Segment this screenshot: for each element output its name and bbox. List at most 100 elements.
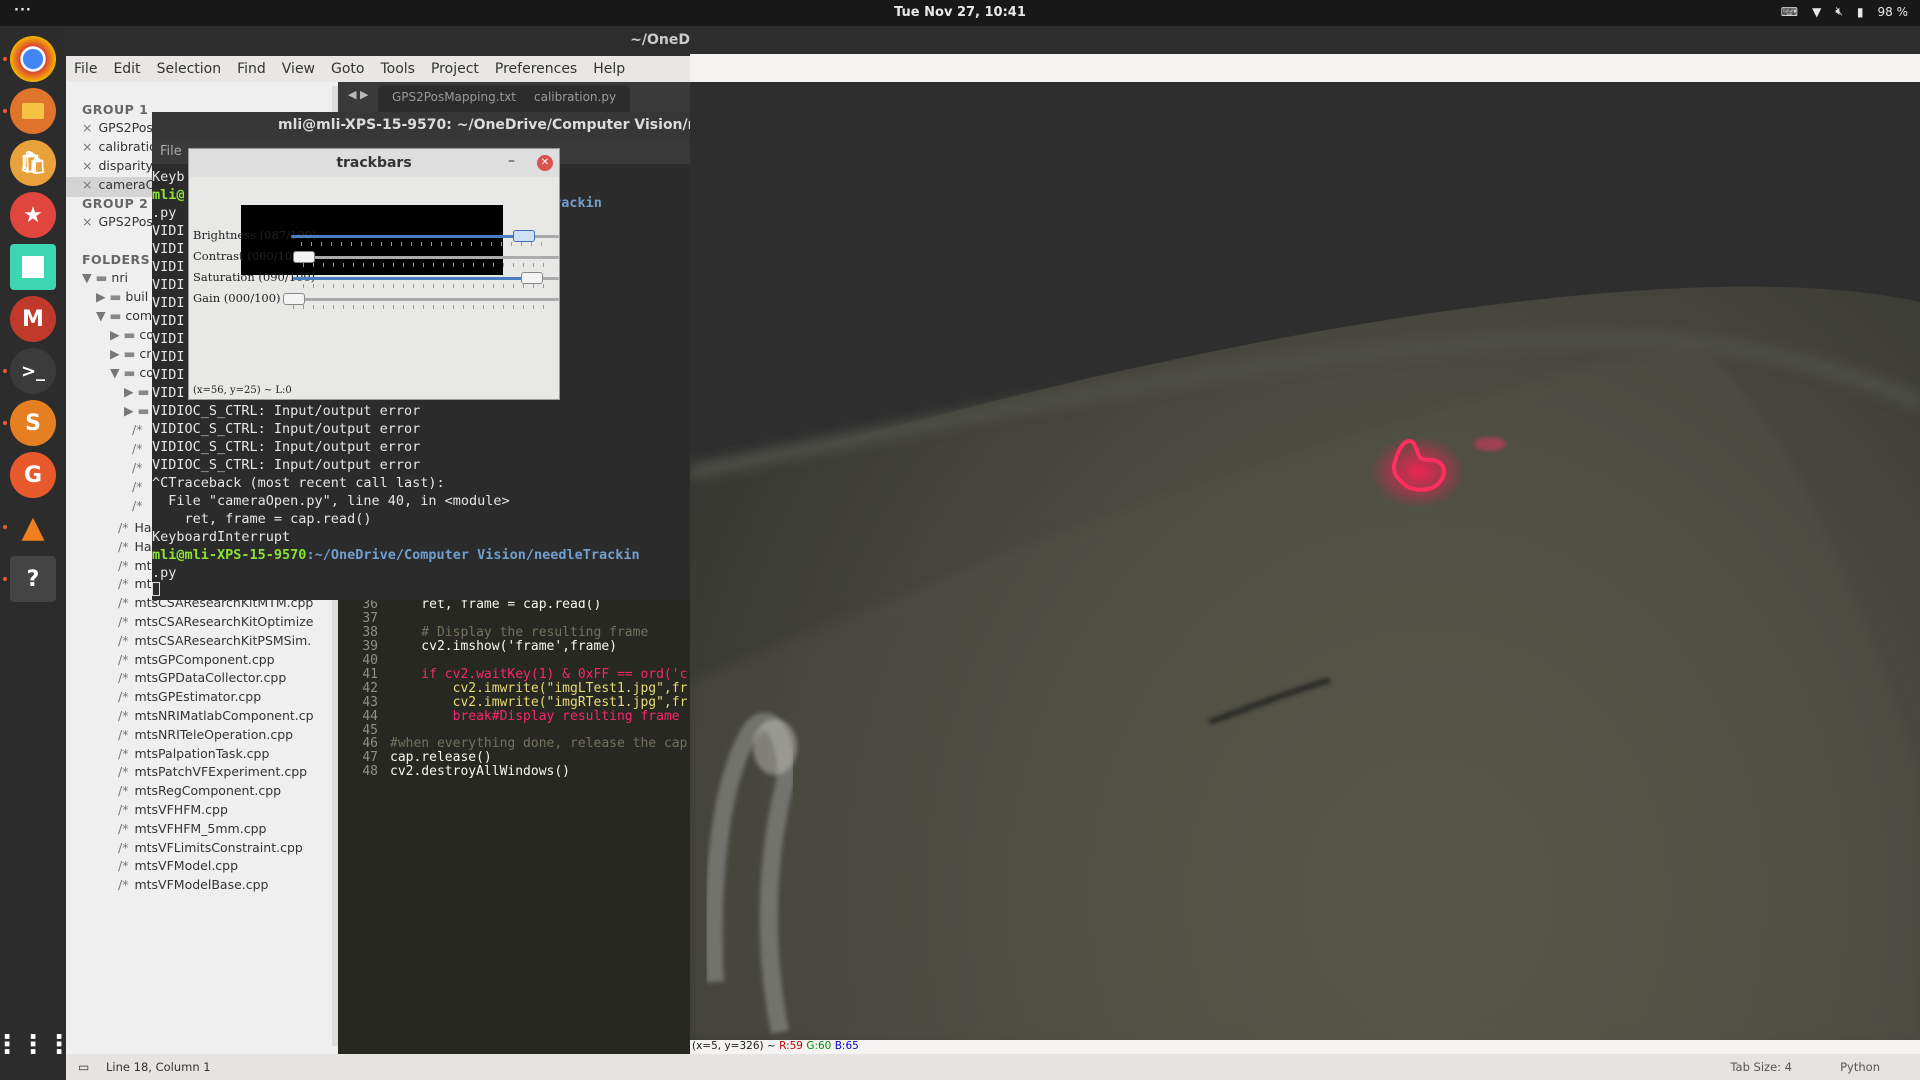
trackbar-handle[interactable] [513, 230, 536, 242]
line-number: 47 [362, 750, 378, 766]
menu-goto[interactable]: Goto [331, 61, 364, 77]
wifi-icon[interactable]: ▼ [1812, 5, 1821, 19]
menu-file[interactable]: File [74, 61, 97, 77]
camera-frame[interactable] [690, 82, 1920, 1040]
open-file-item[interactable]: × calibratio [82, 139, 157, 159]
folder-item[interactable]: ▼ ▬ nri [82, 270, 128, 290]
menu-view[interactable]: View [282, 61, 315, 77]
menu-tools[interactable]: Tools [380, 61, 415, 77]
file-item[interactable]: /* mtsGPComponent.cpp [118, 652, 275, 672]
folder-item[interactable]: ▼ ▬ com [96, 308, 152, 328]
folder-item[interactable]: ▶ ▬ [124, 403, 149, 423]
laser-glow [1370, 436, 1466, 508]
file-icon[interactable]: /* [132, 498, 142, 518]
file-icon: /* [118, 764, 129, 780]
file-item[interactable]: /* mtsPatchVFExperiment.cpp [118, 764, 307, 784]
files-icon[interactable] [10, 88, 56, 134]
chrome-icon[interactable] [10, 36, 56, 82]
close-button[interactable]: ✕ [537, 155, 553, 171]
open-file-item[interactable]: × GPS2PosT [82, 214, 160, 234]
menu-help[interactable]: Help [593, 61, 625, 77]
file-item[interactable]: /* mtsNRITeleOperation.cpp [118, 727, 293, 747]
folder-item[interactable]: ▼ ▬ co [110, 365, 154, 385]
file-icon: /* [118, 614, 129, 629]
file-item[interactable]: /* mtsVFModel.cpp [118, 858, 238, 878]
line-number: 40 [362, 653, 378, 668]
file-item[interactable]: /* mtsPalpationTask.cpp [118, 746, 269, 766]
tab-nav-arrows[interactable]: ◀ ▶ [348, 88, 368, 101]
file-item[interactable]: /* mtsGPEstimator.cpp [118, 689, 261, 709]
terminal-line: VIDIOC_S_CTRL: Input/output error [152, 439, 421, 455]
line-number: 44 [362, 708, 378, 724]
folder-item[interactable]: ▶ ▬ co [110, 327, 154, 347]
panel-toggle-icon[interactable]: ▭ [78, 1060, 89, 1074]
frame-titlebar[interactable] [690, 26, 1920, 54]
folder-icon: ▬ [109, 289, 126, 304]
open-file-item[interactable]: × disparity. [82, 158, 155, 178]
grammarly-icon[interactable]: G [10, 452, 56, 498]
folder-item[interactable]: ▶ ▬ [124, 384, 149, 404]
clock[interactable]: Tue Nov 27, 10:41 [0, 5, 1920, 20]
trackbar-ticks [303, 263, 549, 267]
file-icon: /* [118, 651, 129, 667]
file-icon[interactable]: /* [132, 479, 142, 499]
trackbar-handle[interactable] [293, 251, 315, 263]
line-number: 41 [362, 666, 378, 682]
terminal-icon[interactable]: >_ [10, 348, 56, 394]
close-icon[interactable]: × [82, 120, 92, 135]
matlab-icon[interactable]: ▲ [10, 504, 56, 550]
notes-icon[interactable] [10, 244, 56, 290]
system-tray[interactable]: ⌨ ▼ 🔇︎ ▮ 98 % [1781, 4, 1908, 19]
tab-calibration[interactable]: calibration.py [520, 85, 631, 112]
file-item[interactable]: /* mtsVFHFM.cpp [118, 802, 228, 822]
menu-preferences[interactable]: Preferences [495, 61, 577, 77]
menu-selection[interactable]: Selection [157, 61, 222, 77]
trackbar-handle[interactable] [521, 272, 544, 284]
trackbar-label: Contrast (000/100) [193, 249, 305, 263]
folder-icon: ▬ [123, 365, 140, 380]
line-number: 39 [362, 639, 378, 655]
folders-label: FOLDERS [82, 252, 151, 267]
file-item[interactable]: /* mtsNRIMatlabComponent.cp [118, 708, 314, 728]
line-number: 38 [362, 625, 378, 641]
file-item[interactable]: /* mtsVFModelBase.cpp [118, 877, 268, 897]
file-icon[interactable]: /* [132, 422, 142, 442]
minimize-button[interactable]: – [508, 153, 515, 169]
sublime-text-icon[interactable]: S [10, 400, 56, 446]
trackbar-track[interactable] [293, 256, 559, 259]
file-icon: /* [118, 689, 129, 705]
file-item[interactable]: /* mtsRegComponent.cpp [118, 783, 281, 803]
tab-size[interactable]: Tab Size: 4 [1730, 1060, 1792, 1074]
trackbar-track[interactable] [283, 298, 559, 301]
file-item[interactable]: /* mtsVFHFM_5mm.cpp [118, 821, 266, 841]
folder-item[interactable]: ▶ ▬ cr [110, 346, 151, 366]
close-icon[interactable]: × [82, 158, 92, 173]
app-grid-icon[interactable]: ⋮⋮⋮ [0, 1022, 72, 1068]
mute-icon[interactable]: 🔇︎ [1835, 4, 1843, 19]
file-item[interactable]: /* mtsGPDataCollector.cpp [118, 670, 286, 690]
mendeley-icon[interactable]: M [10, 296, 56, 342]
menu-project[interactable]: Project [431, 61, 479, 77]
menu-edit[interactable]: Edit [113, 61, 140, 77]
trackbar-coordinates: (x=56, y=25) ~ L:0 [193, 385, 292, 396]
close-icon[interactable]: × [82, 139, 92, 154]
syntax-mode[interactable]: Python [1840, 1060, 1880, 1074]
file-item[interactable]: /* mtsVFLimitsConstraint.cpp [118, 840, 303, 860]
battery-level: 98 % [1877, 4, 1909, 19]
bookmark-app-icon[interactable]: ★ [10, 192, 56, 238]
software-center-icon[interactable]: 🛍︎ [10, 140, 56, 186]
battery-icon[interactable]: ▮ [1857, 5, 1864, 19]
code-line: cap.release() [390, 750, 492, 766]
close-icon[interactable]: × [82, 177, 92, 192]
unknown-app-icon[interactable]: ? [10, 556, 56, 602]
file-item[interactable]: /* mtsCSAResearchKitPSMSim. [118, 633, 311, 653]
terminal-menu-file[interactable]: File [160, 144, 182, 159]
file-item[interactable]: /* mtsCSAResearchKitOptimize [118, 614, 313, 634]
keyboard-icon[interactable]: ⌨ [1781, 5, 1798, 19]
file-icon[interactable]: /* [132, 460, 142, 480]
trackbar-handle[interactable] [283, 293, 305, 305]
file-icon[interactable]: /* [132, 441, 142, 461]
folder-item[interactable]: ▶ ▬ buil [96, 289, 148, 309]
close-icon[interactable]: × [82, 214, 92, 229]
menu-find[interactable]: Find [237, 61, 266, 77]
